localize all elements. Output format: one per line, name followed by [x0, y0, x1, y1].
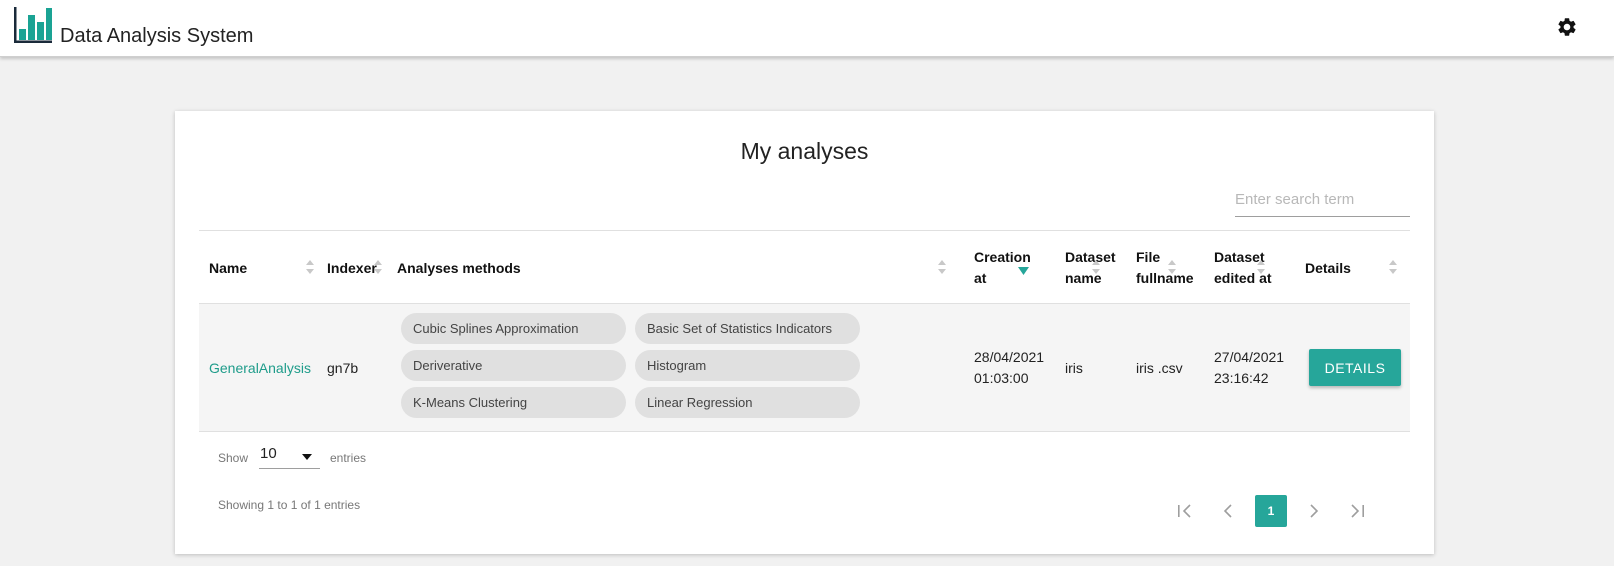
details-button[interactable]: DETAILS: [1309, 349, 1401, 386]
analyses-card: My analyses Name Indexer Analyses method…: [175, 111, 1434, 554]
file-fullname-cell: iris .csv: [1136, 359, 1183, 376]
method-chip: Histogram: [635, 350, 860, 381]
creation-at-cell: 28/04/2021 01:03:00: [974, 304, 1044, 432]
table-header: Name Indexer Analyses methods Creation a…: [199, 230, 1410, 304]
sort-icon[interactable]: [938, 260, 946, 274]
entries-select[interactable]: 10: [259, 441, 320, 469]
creation-date: 28/04/2021: [974, 349, 1045, 365]
last-page-icon: [1351, 504, 1364, 518]
column-header-creation-at[interactable]: Creation at: [974, 231, 1044, 305]
top-bar: Data Analysis System: [0, 0, 1614, 57]
method-chip: Deriverative: [401, 350, 626, 381]
sort-icon[interactable]: [1168, 260, 1176, 274]
creation-time: 01:03:00: [974, 370, 1029, 386]
next-page-button[interactable]: [1298, 495, 1330, 527]
bar-chart-icon: [14, 7, 52, 43]
header-line: Creation: [974, 249, 1031, 265]
gear-icon[interactable]: [1556, 16, 1578, 38]
entries-select-value: 10: [260, 445, 277, 462]
edited-time: 23:16:42: [1214, 370, 1269, 386]
sort-icon[interactable]: [1092, 260, 1100, 274]
column-header-details[interactable]: Details: [1305, 231, 1365, 305]
column-header-methods[interactable]: Analyses methods: [397, 231, 917, 305]
analyses-table: Name Indexer Analyses methods Creation a…: [199, 230, 1410, 432]
first-page-icon: [1178, 504, 1191, 518]
analysis-name-link[interactable]: GeneralAnalysis: [209, 358, 311, 379]
table-row: GeneralAnalysis gn7b Cubic Splines Appro…: [199, 304, 1410, 432]
first-page-button[interactable]: [1169, 495, 1201, 527]
method-chip: Cubic Splines Approximation: [401, 313, 626, 344]
chevron-left-icon: [1223, 504, 1232, 518]
page-1-button[interactable]: 1: [1255, 495, 1287, 527]
header-line: name: [1065, 270, 1102, 286]
method-chip: Basic Set of Statistics Indicators: [635, 313, 860, 344]
method-chip: K-Means Clustering: [401, 387, 626, 418]
sort-icon[interactable]: [306, 260, 314, 274]
previous-page-button[interactable]: [1212, 495, 1244, 527]
sort-icon[interactable]: [1389, 260, 1397, 274]
header-line: File: [1136, 249, 1161, 265]
column-header-dataset-edited-at[interactable]: Dataset edited at: [1214, 231, 1294, 305]
show-label: Show: [218, 451, 249, 465]
page-title: My analyses: [740, 138, 869, 164]
edited-date: 27/04/2021: [1214, 349, 1285, 365]
column-header-name[interactable]: Name: [209, 231, 319, 305]
method-chip: Linear Regression: [635, 387, 860, 418]
app-title: Data Analysis System: [60, 25, 254, 47]
dataset-name-cell: iris: [1065, 359, 1083, 376]
header-line: Dataset: [1065, 249, 1116, 265]
chevron-right-icon: [1310, 504, 1319, 518]
table-info: Showing 1 to 1 of 1 entries: [218, 498, 361, 512]
last-page-button[interactable]: [1341, 495, 1373, 527]
sort-desc-icon[interactable]: [1018, 267, 1029, 275]
sort-icon[interactable]: [1257, 260, 1265, 274]
dataset-edited-at-cell: 27/04/2021 23:16:42: [1214, 304, 1284, 432]
indexer-cell: gn7b: [327, 359, 359, 376]
sort-icon[interactable]: [374, 260, 382, 274]
search-input[interactable]: [1235, 183, 1410, 217]
header-line: fullname: [1136, 270, 1194, 286]
caret-down-icon: [302, 454, 312, 460]
entries-label: entries: [330, 451, 367, 465]
